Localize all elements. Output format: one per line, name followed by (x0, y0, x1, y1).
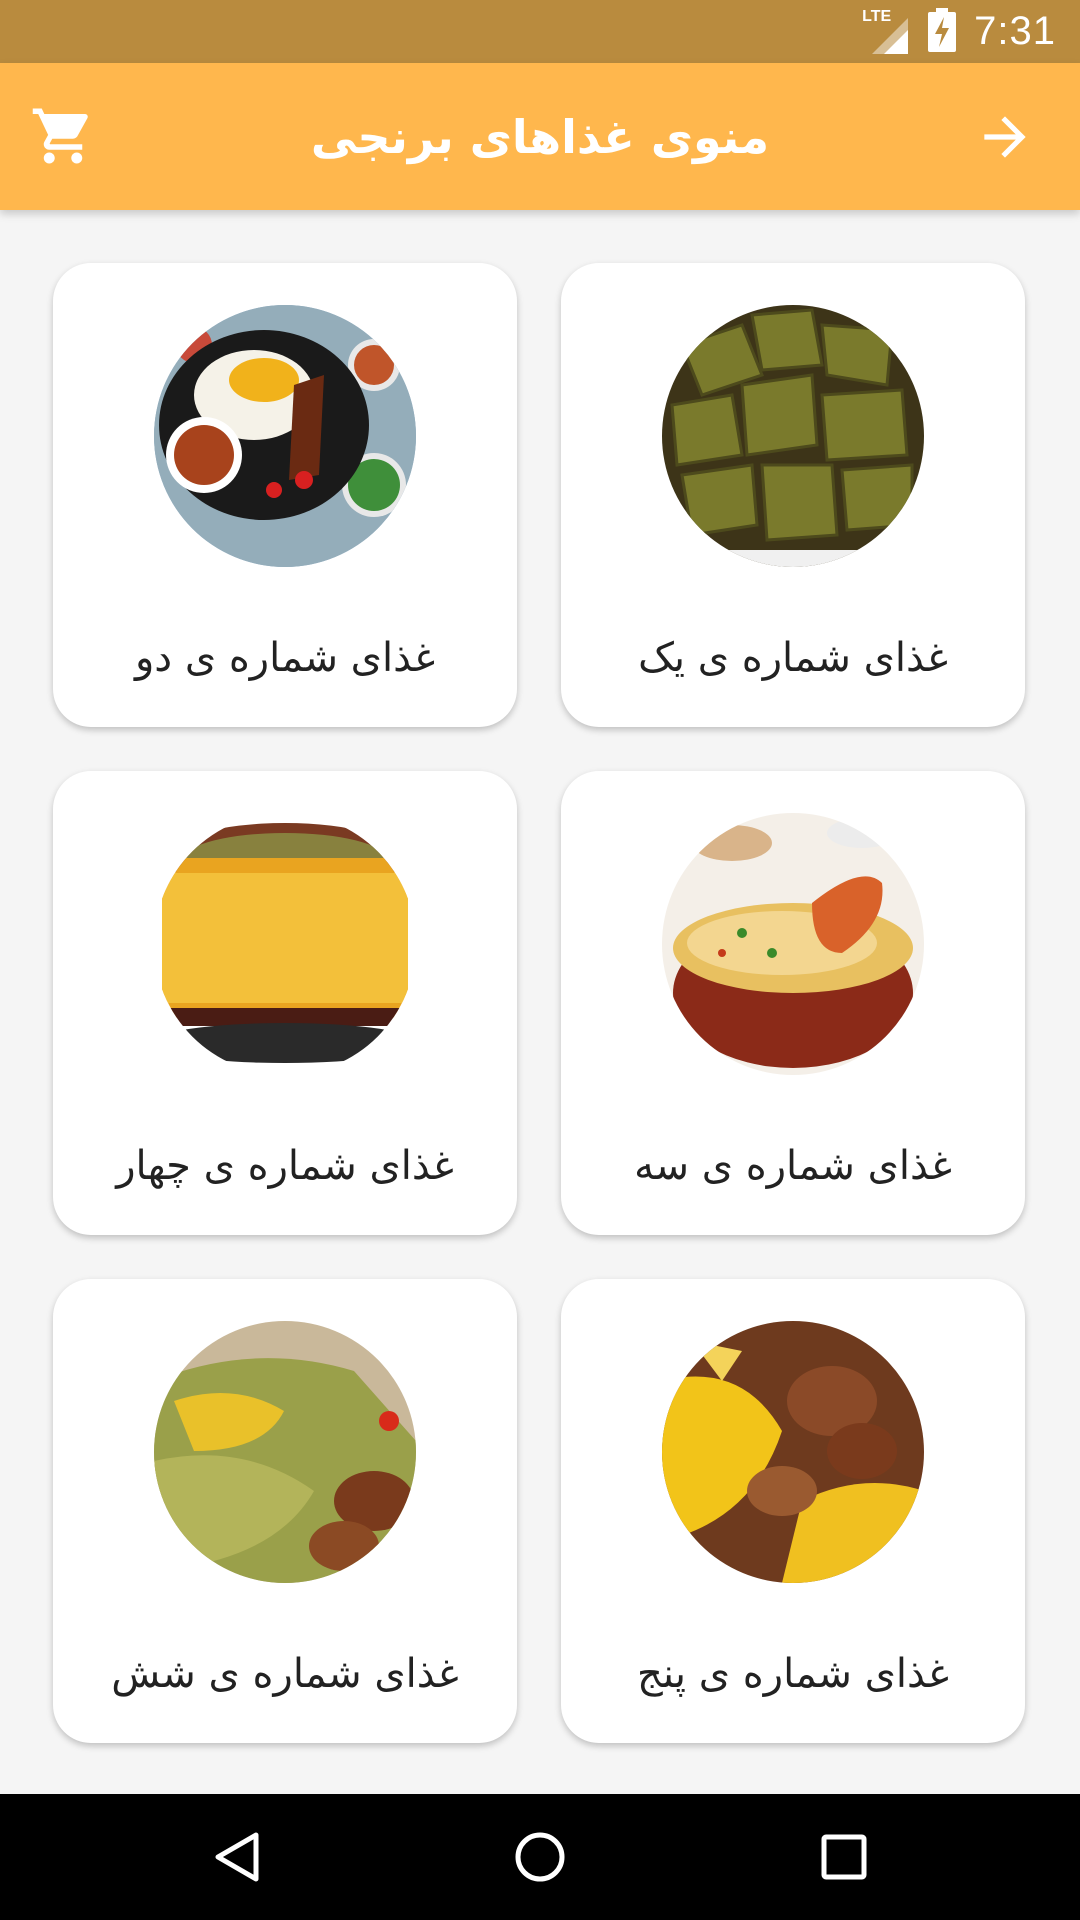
food-image-tahchin-rice-cake (154, 813, 416, 1075)
menu-item-label: غذای شماره ی سه (634, 1143, 952, 1189)
battery-charging-icon (928, 7, 957, 56)
status-bar: LTE 7:31 (0, 0, 1080, 63)
menu-item-card[interactable]: غذای شماره ی یک (561, 263, 1025, 727)
menu-item-card[interactable]: غذای شماره ی چهار (53, 771, 517, 1235)
app-bar: منوی غذاهای برنجی (0, 63, 1080, 210)
menu-item-card[interactable]: غذای شماره ی سه (561, 771, 1025, 1235)
nav-home-icon[interactable] (510, 1827, 570, 1887)
signal-icon: LTE (862, 8, 910, 56)
food-image-saffron-rice-with-meat (662, 1321, 924, 1583)
arrow-right-icon[interactable] (974, 106, 1036, 168)
food-image-herb-rice-with-fish (154, 1321, 416, 1583)
status-icons: LTE 7:31 (862, 0, 1056, 63)
food-image-stuffed-grape-leaves (662, 305, 924, 567)
food-image-biryani-chicken-bowl (662, 813, 924, 1075)
menu-item-label: غذای شماره ی دو (134, 635, 436, 681)
menu-item-label: غذای شماره ی چهار (116, 1143, 454, 1189)
status-time: 7:31 (974, 9, 1056, 53)
menu-item-card[interactable]: غذای شماره ی پنج (561, 1279, 1025, 1743)
menu-item-label: غذای شماره ی یک (638, 635, 948, 681)
nav-recents-icon[interactable] (814, 1827, 874, 1887)
menu-item-card[interactable]: غذای شماره ی شش (53, 1279, 517, 1743)
page-title: منوی غذاهای برنجی (310, 109, 770, 164)
food-image-rice-platter-with-stew (154, 305, 416, 567)
nav-back-icon[interactable] (208, 1827, 268, 1887)
menu-item-label: غذای شماره ی شش (111, 1651, 459, 1697)
menu-item-card[interactable]: غذای شماره ی دو (53, 263, 517, 727)
menu-item-label: غذای شماره ی پنج (637, 1651, 949, 1697)
system-nav-bar (0, 1794, 1080, 1920)
